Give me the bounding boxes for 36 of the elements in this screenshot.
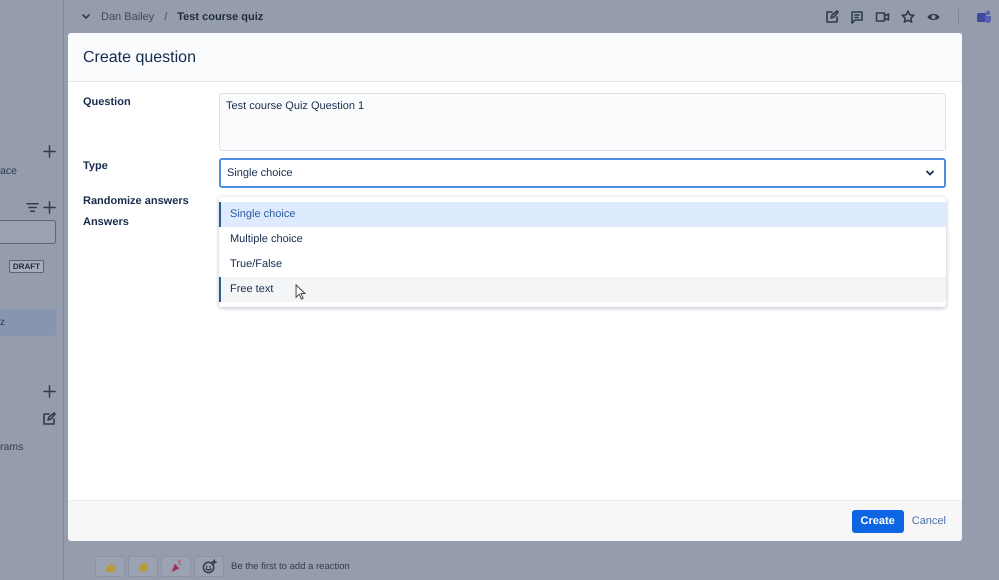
sidebar-label: ace (0, 165, 17, 177)
edit-icon[interactable] (825, 10, 839, 24)
field-label: Randomize answers (83, 194, 190, 207)
filter-icon[interactable] (26, 200, 39, 214)
cancel-link[interactable]: Cancel (912, 510, 946, 532)
comment-icon[interactable] (850, 10, 864, 24)
add-reaction-button[interactable] (194, 556, 224, 577)
chevron-down-icon[interactable] (925, 168, 935, 178)
question-field[interactable]: Test course Quiz Question 1 (219, 93, 946, 151)
dropdown-option[interactable]: Multiple choice (219, 227, 946, 252)
dropdown-option[interactable]: True/False (219, 252, 946, 277)
dropdown-option[interactable]: Free text (219, 277, 946, 302)
video-icon[interactable] (875, 10, 890, 24)
field-label: Type (83, 159, 109, 174)
plus-icon[interactable] (43, 200, 56, 214)
dialog-title: Create question (68, 33, 962, 82)
breadcrumb-separator: / (164, 10, 168, 22)
page-title: Test course quiz (177, 10, 264, 22)
field-label: Question (83, 95, 132, 110)
type-dropdown[interactable]: Single choice (219, 158, 946, 188)
create-button[interactable]: Create (852, 510, 904, 532)
sidebar-label: rams (0, 441, 24, 453)
edit-icon[interactable] (42, 412, 56, 426)
status-badge: DRAFT (8, 260, 44, 272)
cursor-icon (295, 284, 306, 300)
field-label: Answers (83, 215, 130, 228)
smiley-plus-icon (202, 559, 216, 574)
reaction-button[interactable] (161, 556, 191, 577)
people-logo-icon[interactable] (976, 8, 992, 24)
star-icon[interactable] (901, 10, 915, 24)
dropdown-option[interactable]: Single choice (219, 202, 946, 227)
search-field[interactable] (0, 220, 56, 244)
reaction-prompt: Be the first to add a reaction (231, 561, 350, 572)
plus-icon[interactable] (43, 144, 56, 158)
plus-icon[interactable] (43, 384, 56, 398)
sidebar-item[interactable]: z (0, 309, 56, 336)
